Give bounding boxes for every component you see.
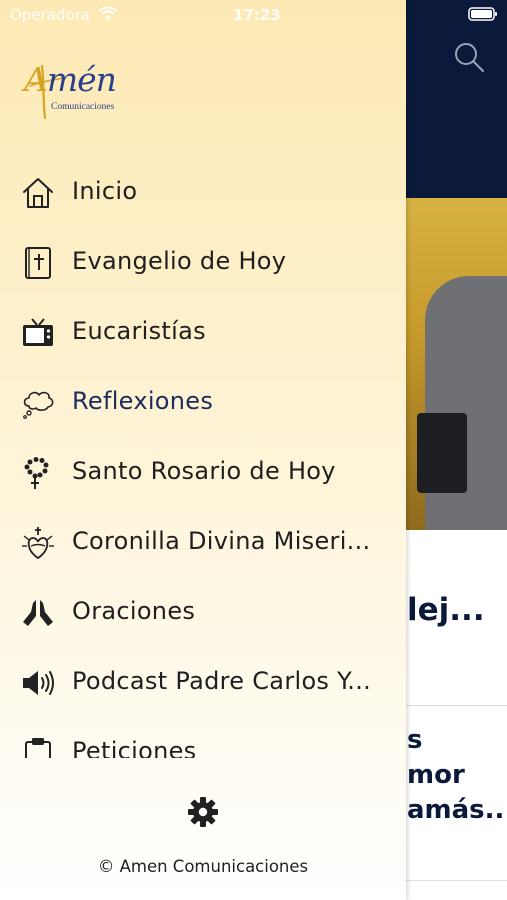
- wifi-icon: [98, 6, 118, 20]
- menu-item-eucaristias[interactable]: Eucaristías: [0, 298, 406, 368]
- featured-image[interactable]: [405, 198, 507, 530]
- rosary-icon: [24, 457, 49, 489]
- menu-item-label: Podcast Padre Carlos Y...: [72, 667, 372, 695]
- menu-item-oraciones[interactable]: Oraciones: [0, 578, 406, 648]
- divider: [405, 705, 507, 706]
- logo-subtitle: Comunicaciones: [51, 102, 115, 112]
- menu-item-coronilla[interactable]: Coronilla Divina Miseri...: [0, 508, 406, 578]
- menu-item-santo-rosario[interactable]: Santo Rosario de Hoy: [0, 438, 406, 508]
- copyright-text: © Amen Comunicaciones: [97, 857, 309, 876]
- book-shape: [417, 413, 467, 493]
- menu-item-evangelio[interactable]: Evangelio de Hoy: [0, 228, 406, 298]
- search-icon[interactable]: [452, 40, 486, 74]
- menu-item-label: Peticiones: [72, 737, 197, 758]
- menu-item-label: Eucaristías: [72, 317, 206, 345]
- speaker-icon: [23, 671, 54, 695]
- bible-icon: [25, 247, 51, 279]
- divider: [405, 880, 507, 881]
- gear-icon[interactable]: [187, 796, 219, 828]
- menu-item-reflexiones[interactable]: Reflexiones: [0, 368, 406, 438]
- featured-quote[interactable]: s mor amás...: [407, 723, 507, 828]
- drawer-menu: Inicio Evangelio de Hoy Eucaristías Refl…: [0, 158, 406, 758]
- tv-icon: [23, 318, 53, 346]
- menu-item-label: Santo Rosario de Hoy: [72, 457, 336, 485]
- navigation-drawer: Amén Comunicaciones Inicio Evangelio de …: [0, 0, 406, 900]
- menu-item-label: Coronilla Divina Miseri...: [72, 527, 371, 555]
- carrier-label: Operadora: [10, 6, 90, 24]
- menu-item-label: Evangelio de Hoy: [72, 247, 287, 275]
- clock: 17:23: [233, 6, 281, 24]
- logo-letters: mén: [46, 60, 117, 99]
- featured-title[interactable]: lej...: [407, 592, 485, 628]
- menu-item-label: Inicio: [72, 177, 138, 205]
- menu-item-podcast[interactable]: Podcast Padre Carlos Y...: [0, 648, 406, 718]
- thought-bubble-icon: [23, 391, 54, 419]
- logo-letter-a: A: [24, 60, 48, 99]
- praying-hands-icon: [23, 600, 53, 626]
- menu-item-peticiones[interactable]: Peticiones: [0, 718, 406, 758]
- menu-item-inicio[interactable]: Inicio: [0, 158, 406, 228]
- sacred-heart-icon: [22, 527, 54, 560]
- amen-logo: Amén Comunicaciones: [20, 60, 130, 126]
- home-icon: [23, 178, 53, 208]
- clipboard-icon: [25, 738, 51, 758]
- menu-item-label: Oraciones: [72, 597, 196, 625]
- status-bar: Operadora 17:23: [0, 0, 507, 30]
- battery-icon: [468, 7, 497, 21]
- logo-wordmark: Amén: [24, 60, 117, 99]
- menu-item-label: Reflexiones: [72, 387, 214, 415]
